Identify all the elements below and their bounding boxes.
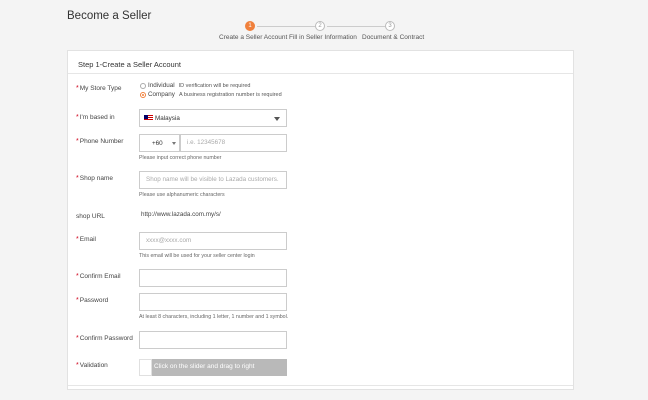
phone-prefix-select[interactable]: +60 [139,134,180,152]
required-marker: * [76,362,79,369]
required-marker: * [76,138,79,145]
phone-hint: Please input correct phone number [139,155,222,161]
malaysia-flag-icon [144,115,153,121]
step-1-circle: 1 [245,21,255,31]
validation-label: *Validation [76,362,108,369]
password-input[interactable] [139,293,287,311]
phone-label: *Phone Number [76,138,124,145]
required-marker: * [76,273,79,280]
company-label: Company [148,91,175,98]
phone-prefix-value: +60 [152,139,163,147]
required-marker: * [76,297,79,304]
phone-input[interactable]: i.e. 12345678 [180,134,287,152]
required-marker: * [76,335,79,342]
country-select-value: Malaysia [155,114,180,122]
required-marker: * [76,175,79,182]
email-input[interactable]: xxxx@xxxx.com [139,232,287,250]
shop-name-hint: Please use alphanumeric characters [139,192,225,198]
step-1-label: Create a Seller Account [219,34,288,41]
shop-url-value: http://www.lazada.com.my/s/ [141,211,221,218]
step-connector-1 [257,26,315,27]
form-bottom-divider [68,385,573,386]
confirm-password-input[interactable] [139,331,287,349]
email-label: *Email [76,236,96,243]
form-title: Step 1-Create a Seller Account [78,60,181,69]
chevron-down-icon [172,142,176,145]
required-marker: * [76,114,79,121]
confirm-email-input[interactable] [139,269,287,287]
store-type-company[interactable]: Company A business registration number i… [140,91,282,98]
chevron-down-icon [274,117,280,121]
password-label: *Password [76,297,109,304]
progress-stepper: 1 2 3 Create a Seller Account Fill in Se… [0,0,648,50]
required-marker: * [76,85,79,92]
store-type-individual[interactable]: Individual ID verification will be requi… [140,82,250,89]
confirm-password-label: *Confirm Password [76,335,133,342]
store-type-label: *My Store Type [76,85,122,92]
step-2-label: Fill in Seller Information [289,34,357,41]
step-3-circle: 3 [385,21,395,31]
confirm-email-label: *Confirm Email [76,273,121,280]
individual-label: Individual [148,82,175,89]
form-title-divider [68,73,573,74]
step-3-label: Document & Contract [362,34,425,41]
validation-slider[interactable]: Click on the slider and drag to right [139,359,287,376]
company-radio[interactable] [140,91,146,98]
slider-text: Click on the slider and drag to right [154,363,255,370]
step-connector-2 [327,26,385,27]
shop-url-label: shop URL [76,213,105,220]
slider-handle[interactable] [139,359,152,376]
country-select[interactable]: Malaysia [139,109,287,127]
shop-name-input[interactable]: Shop name will be visible to Lazada cust… [139,171,287,189]
password-hint: At least 8 characters, including 1 lette… [139,314,289,320]
email-hint: This email will be used for your seller … [139,253,255,259]
individual-note: ID verification will be required [178,82,251,89]
shop-name-label: *Shop name [76,175,113,182]
required-marker: * [76,236,79,243]
based-in-label: *I'm based in [76,114,115,121]
company-note: A business registration number is requir… [178,91,282,98]
step-2-circle: 2 [315,21,325,31]
individual-radio[interactable] [140,82,146,89]
seller-account-form: Step 1-Create a Seller Account *My Store… [67,50,574,390]
